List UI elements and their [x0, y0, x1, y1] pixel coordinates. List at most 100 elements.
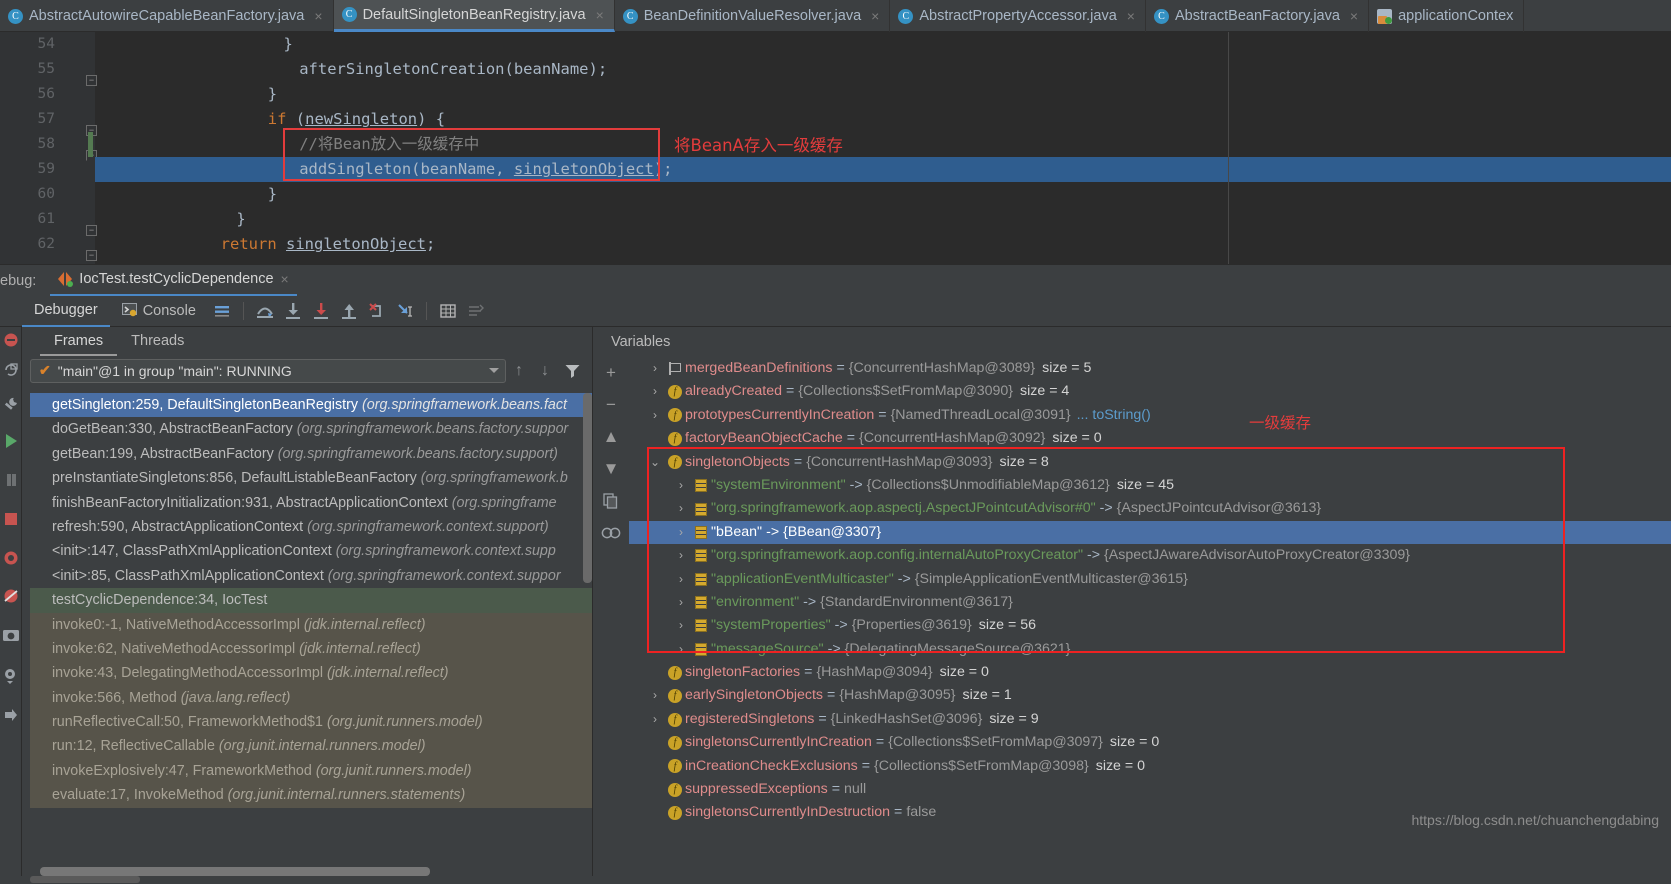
step-out-icon[interactable] [337, 299, 361, 323]
variable-row[interactable]: › mergedBeanDefinitions = {ConcurrentHashMa… [629, 357, 1671, 380]
scroll-up-icon[interactable]: ▲ [593, 421, 629, 453]
chevron-right-icon[interactable]: › [671, 591, 691, 614]
frame-row[interactable]: <init>:85, ClassPathXmlApplicationContex… [30, 564, 592, 588]
arrow-down-icon[interactable]: ↓ [532, 359, 558, 383]
variable-row[interactable]: ⌄ f singletonObjects = {ConcurrentHashMap@30… [629, 451, 1671, 474]
frames-tab-strip[interactable]: Frames Threads [22, 327, 592, 356]
chevron-right-icon[interactable]: › [671, 521, 691, 544]
view-breakpoints-icon[interactable] [0, 539, 22, 577]
scroll-down-icon[interactable]: ▼ [593, 453, 629, 485]
frame-row[interactable]: invoke:43, DelegatingMethodAccessorImpl … [30, 661, 592, 686]
chevron-right-icon[interactable]: › [671, 568, 691, 591]
frame-row[interactable]: refresh:590, AbstractApplicationContext … [30, 515, 592, 539]
mute-breakpoints-toggle-icon[interactable] [0, 577, 22, 615]
chevron-right-icon[interactable]: › [645, 380, 665, 403]
frame-row[interactable]: invoke:62, NativeMethodAccessorImpl (jdk… [30, 636, 592, 662]
force-step-into-icon[interactable] [309, 299, 333, 323]
variable-row[interactable]: › "org.springframework.aop.config.interna… [629, 544, 1671, 567]
editor-tab-0[interactable]: C AbstractAutowireCapableBeanFactory.java… [0, 0, 334, 32]
variable-row[interactable]: › "messageSource" -> {DelegatingMessageSour… [629, 638, 1671, 661]
variable-row[interactable]: › f earlySingletonObjects = {HashMap@3095} si… [629, 684, 1671, 707]
frame-row[interactable]: invokeExplosively:47, FrameworkMethod (o… [30, 758, 592, 784]
close-icon[interactable]: × [871, 8, 879, 24]
code-editor[interactable]: 545556575859606162 − − − − − }afterSingl… [0, 32, 1671, 264]
frame-row[interactable]: finishBeanFactoryInitialization:931, Abs… [30, 491, 592, 515]
code-line[interactable]: } [95, 207, 1671, 232]
thread-selector-row[interactable]: ✔ "main"@1 in group "main": RUNNING ↑ ↓ [22, 356, 592, 385]
copy-icon[interactable] [593, 485, 629, 517]
close-icon[interactable]: × [1127, 8, 1135, 24]
tab-console[interactable]: Console [110, 296, 208, 327]
variables-tree[interactable]: › mergedBeanDefinitions = {ConcurrentHashMa… [629, 357, 1671, 884]
run-to-cursor-icon[interactable] [393, 299, 417, 323]
frame-row[interactable]: preInstantiateSingletons:856, DefaultLis… [30, 466, 592, 490]
bottom-horizontal-scrollbar[interactable] [30, 876, 140, 883]
frame-row[interactable]: runReflectiveCall:50, FrameworkMethod$1 … [30, 710, 592, 735]
tab-threads[interactable]: Threads [117, 327, 198, 356]
chevron-right-icon[interactable]: › [671, 614, 691, 637]
pause-program-icon[interactable] [0, 461, 22, 499]
variable-row[interactable]: › "applicationEventMulticaster" -> {SimpleA… [629, 568, 1671, 591]
variable-row[interactable]: f inCreationCheckExclusions = {Collections$… [629, 755, 1671, 778]
chevron-right-icon[interactable]: › [671, 474, 691, 497]
add-icon[interactable]: + [593, 357, 629, 389]
chevron-right-icon[interactable]: › [645, 684, 665, 707]
watches-icon[interactable] [593, 517, 629, 549]
drop-frame-icon[interactable] [365, 299, 389, 323]
frames-horizontal-scrollbar[interactable] [40, 867, 430, 876]
chevron-down-icon[interactable] [489, 368, 499, 373]
code-line[interactable]: addSingleton(beanName, singletonObject); [95, 157, 1671, 182]
variable-row[interactable]: f factoryBeanObjectCache = {ConcurrentHashM… [629, 427, 1671, 450]
variable-tostring-link[interactable]: ... toString() [1077, 404, 1151, 427]
code-line[interactable]: } [95, 82, 1671, 107]
evaluate-expression-icon[interactable] [436, 299, 460, 323]
call-stack-frames-list[interactable]: getSingleton:259, DefaultSingletonBeanRe… [30, 393, 592, 877]
hide-window-icon[interactable] [0, 695, 22, 735]
editor-tab-4[interactable]: C AbstractBeanFactory.java × [1146, 0, 1370, 32]
frame-row[interactable]: doGetBean:330, AbstractBeanFactory (org.… [30, 417, 592, 441]
variable-row[interactable]: f singletonsCurrentlyInCreation = {Collecti… [629, 731, 1671, 754]
close-icon[interactable]: × [1350, 8, 1358, 24]
frame-row[interactable]: evaluate:17, InvokeMethod (org.junit.int… [30, 783, 592, 808]
variable-row[interactable]: › f alreadyCreated = {Collections$SetFromMap… [629, 380, 1671, 403]
code-line[interactable]: if (newSingleton) { [95, 107, 1671, 132]
editor-tab-3[interactable]: C AbstractPropertyAccessor.java × [890, 0, 1146, 32]
code-line[interactable]: return singletonObject; [95, 232, 1671, 257]
debugger-action-rail[interactable] [0, 327, 22, 884]
variable-row[interactable]: › "bBean" -> {BBean@3307} [629, 520, 1671, 545]
settings-wrench-icon[interactable] [0, 387, 22, 421]
close-icon[interactable]: × [314, 8, 322, 24]
chevron-right-icon[interactable]: › [671, 544, 691, 567]
tab-debugger[interactable]: Debugger [22, 296, 110, 327]
debugger-toolbar[interactable]: Debugger Console [0, 296, 1671, 327]
frames-vertical-scrollbar[interactable] [583, 393, 592, 583]
editor-tab-2[interactable]: C BeanDefinitionValueResolver.java × [615, 0, 891, 32]
variable-row[interactable]: › f registeredSingletons = {LinkedHashSet@30… [629, 708, 1671, 731]
remove-icon[interactable]: − [593, 389, 629, 421]
variable-row[interactable]: › f prototypesCurrentlyInCreation = {NamedTh… [629, 404, 1671, 427]
code-line[interactable]: //将Bean放入一级缓存中 [95, 132, 1671, 157]
variable-row[interactable]: › "systemEnvironment" -> {Collections$Unmod… [629, 474, 1671, 497]
frame-row[interactable]: invoke:566, Method (java.lang.reflect) [30, 685, 592, 711]
close-icon[interactable]: × [596, 7, 604, 23]
code-line[interactable]: } [95, 182, 1671, 207]
resume-program-icon[interactable] [0, 421, 22, 461]
variable-row[interactable]: › "org.springframework.aop.aspectj.Aspect… [629, 497, 1671, 520]
frame-row[interactable]: getSingleton:259, DefaultSingletonBeanRe… [30, 393, 592, 418]
code-text-area[interactable]: } afterSingletonCreation(beanName);} if (n… [95, 32, 1671, 264]
thread-selector[interactable]: ✔ "main"@1 in group "main": RUNNING [30, 358, 506, 383]
step-over-icon[interactable] [253, 299, 277, 323]
chevron-right-icon[interactable]: › [645, 404, 665, 427]
stop-program-icon[interactable] [0, 499, 22, 539]
variable-row[interactable]: f suppressedExceptions = null [629, 778, 1671, 801]
filter-icon[interactable] [558, 359, 586, 383]
variable-row[interactable]: › "environment" -> {StandardEnvironment@361… [629, 591, 1671, 614]
tab-frames[interactable]: Frames [40, 327, 118, 356]
restore-layout-icon[interactable] [0, 353, 22, 387]
mute-breakpoints-icon[interactable] [0, 327, 22, 353]
frame-row[interactable]: getBean:199, AbstractBeanFactory (org.sp… [30, 442, 592, 466]
chevron-right-icon[interactable]: › [645, 357, 665, 380]
variables-action-rail[interactable]: + − ▲ ▼ [593, 357, 629, 884]
code-line[interactable]: } [95, 32, 1671, 57]
arrow-up-icon[interactable]: ↑ [506, 359, 532, 383]
